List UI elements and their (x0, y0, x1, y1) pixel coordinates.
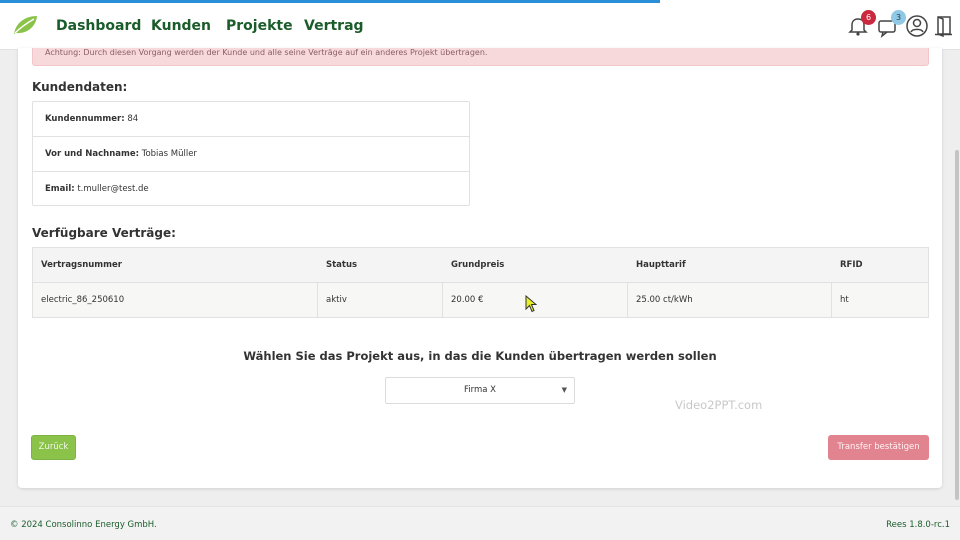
table-cell: electric_86_250610 (33, 283, 318, 317)
watermark-text: Video2PPT.com (675, 398, 763, 412)
logout-icon (935, 16, 952, 38)
notifications-button[interactable]: 6 (846, 10, 876, 38)
top-navbar: Dashboard Kunden Projekte Vertrag 6 3 (0, 0, 960, 50)
table-header: Vertragsnummer Status Grundpreis Hauptta… (33, 248, 928, 283)
nav-dashboard[interactable]: Dashboard (56, 18, 141, 34)
messages-badge: 3 (891, 10, 906, 25)
customer-number-value: 84 (127, 114, 139, 124)
customer-name-row: Vor und Nachname: Tobias Müller (33, 137, 469, 172)
chevron-down-icon: ▼ (561, 386, 567, 394)
messages-button[interactable]: 3 (876, 10, 906, 38)
nav-vertrag[interactable]: Vertrag (304, 18, 364, 34)
customer-email-label: Email: (45, 184, 75, 194)
user-icon (906, 15, 928, 37)
customer-info-box: Kundennummer: 84 Vor und Nachname: Tobia… (32, 101, 470, 206)
contracts-table: Vertragsnummer Status Grundpreis Hauptta… (32, 247, 929, 318)
loading-progress-bar (0, 0, 660, 3)
nav-kunden[interactable]: Kunden (151, 18, 211, 34)
table-cell: aktiv (318, 283, 443, 317)
column-header[interactable]: Haupttarif (628, 248, 832, 282)
mouse-cursor-icon (525, 295, 537, 313)
confirm-transfer-button[interactable]: Transfer bestätigen (828, 435, 929, 460)
project-select-label: Wählen Sie das Projekt aus, in das die K… (243, 349, 717, 363)
logout-button[interactable] (933, 14, 957, 38)
column-header[interactable]: Vertragsnummer (33, 248, 318, 282)
back-button[interactable]: Zurück (31, 435, 76, 460)
customer-name-label: Vor und Nachname: (45, 149, 139, 159)
customer-section-title: Kundendaten: (32, 80, 128, 94)
notifications-badge: 6 (861, 10, 876, 25)
footer-version: Rees 1.8.0-rc.1 (886, 520, 950, 530)
transfer-warning-alert: Achtung: Durch diesen Vorgang werden der… (32, 48, 929, 66)
table-row[interactable]: electric_86_250610 aktiv 20.00 € 25.00 c… (33, 283, 928, 317)
logo-leaf-icon[interactable] (12, 14, 38, 36)
table-cell: 25.00 ct/kWh (628, 283, 832, 317)
footer: © 2024 Consolinno Energy GmbH. Rees 1.8.… (0, 506, 960, 540)
column-header[interactable]: RFID (832, 248, 928, 282)
contracts-section-title: Verfügbare Verträge: (32, 226, 176, 240)
project-select-value: Firma X (464, 385, 496, 395)
customer-name-value: Tobias Müller (141, 149, 197, 159)
customer-email-row: Email: t.muller@test.de (33, 172, 469, 207)
user-profile-button[interactable] (905, 14, 929, 38)
footer-copyright: © 2024 Consolinno Energy GmbH. (10, 520, 157, 530)
nav-projekte[interactable]: Projekte (226, 18, 293, 34)
customer-email-value: t.muller@test.de (77, 184, 149, 194)
customer-number-row: Kundennummer: 84 (33, 102, 469, 137)
transfer-card: Achtung: Durch diesen Vorgang werden der… (18, 48, 942, 488)
table-cell: ht (840, 295, 849, 305)
column-header[interactable]: Grundpreis (443, 248, 628, 282)
page-scrollbar[interactable] (955, 150, 959, 500)
column-header[interactable]: Status (318, 248, 443, 282)
project-select[interactable]: Firma X ▼ (385, 377, 575, 404)
customer-number-label: Kundennummer: (45, 114, 125, 124)
